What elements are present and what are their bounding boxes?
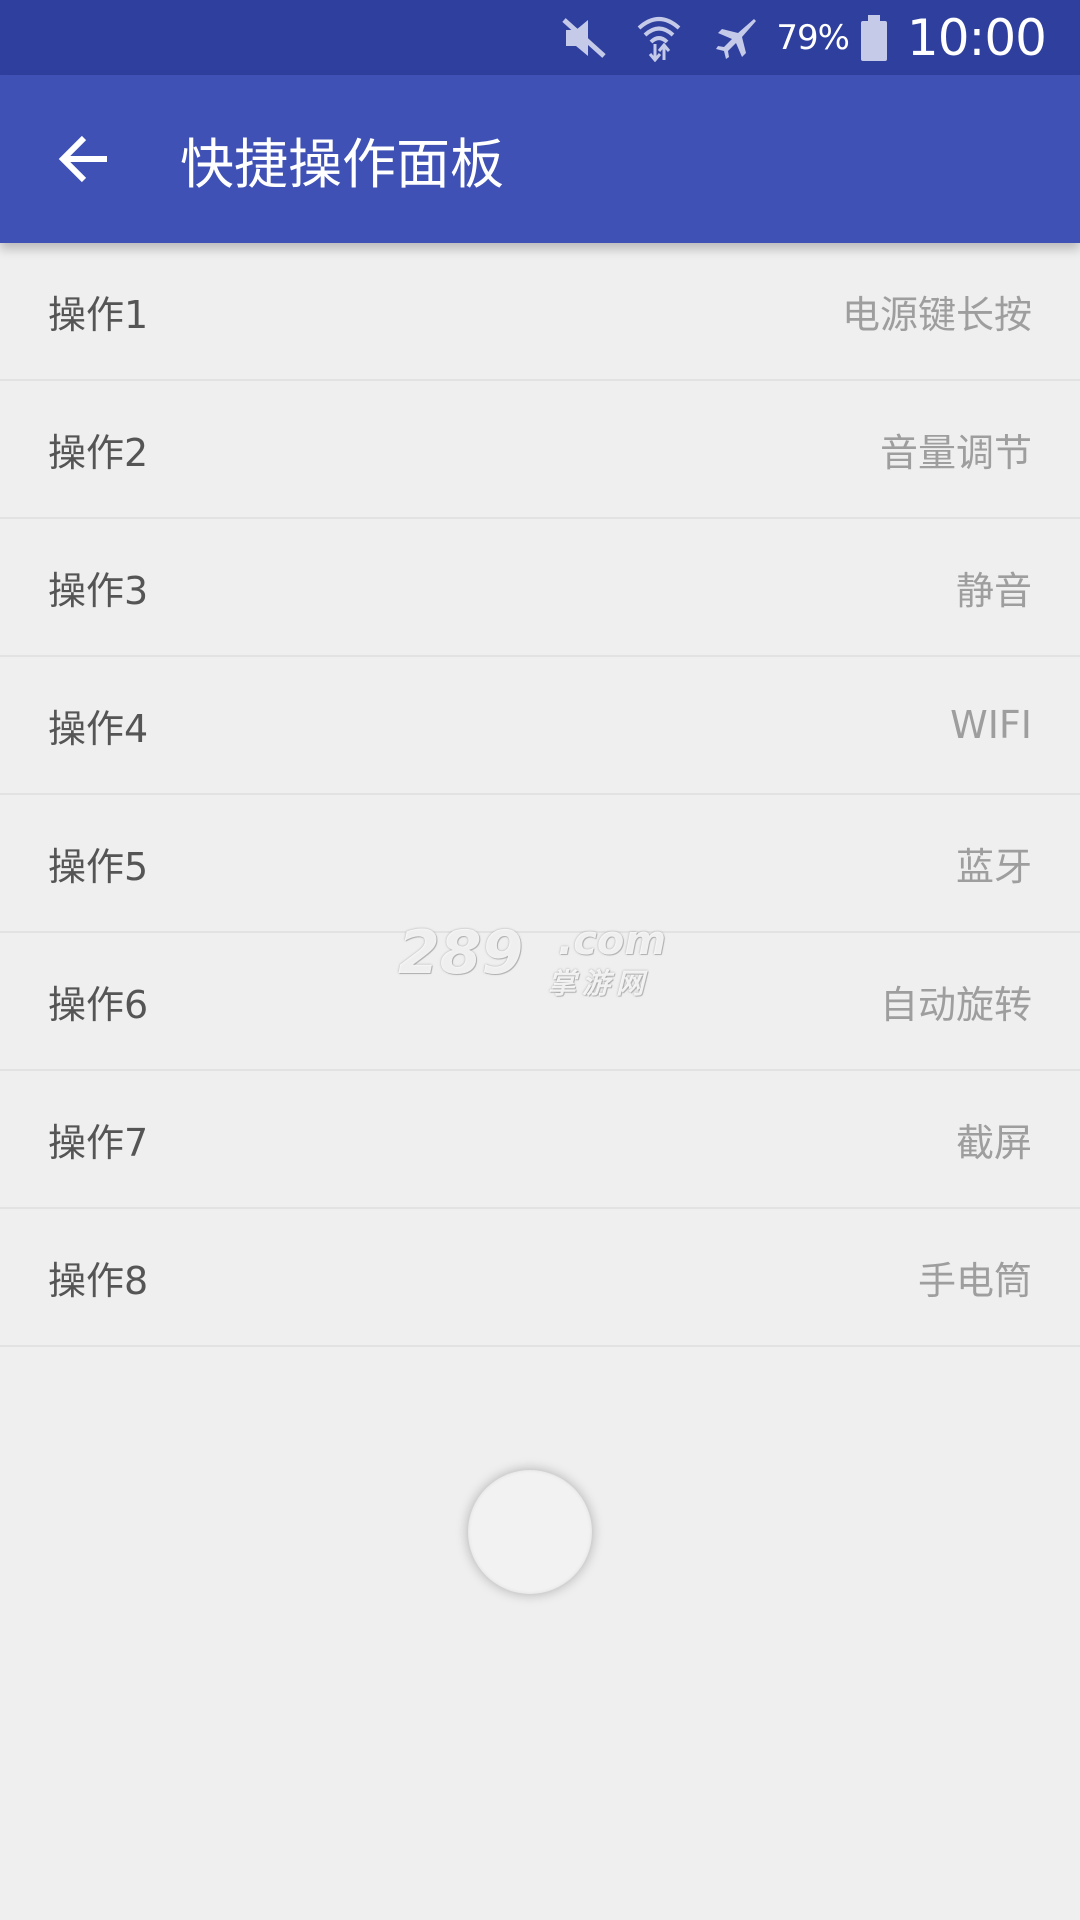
list-item-action-6[interactable]: 操作6 自动旋转: [0, 933, 1080, 1071]
battery-icon: [859, 13, 889, 63]
wifi-icon: [636, 14, 682, 62]
status-bar: 79% 10:00: [0, 0, 1080, 75]
airplane-mode-icon: [712, 15, 758, 61]
action-label: 操作5: [48, 844, 149, 889]
clock: 10:00: [906, 8, 1047, 67]
back-button[interactable]: [24, 99, 144, 219]
action-value: 音量调节: [879, 430, 1032, 475]
action-value: 截屏: [955, 1120, 1032, 1165]
floating-ball-button[interactable]: [468, 1470, 592, 1594]
action-label: 操作7: [48, 1120, 149, 1165]
list-item-action-3[interactable]: 操作3 静音: [0, 519, 1080, 657]
action-value: 电源键长按: [841, 292, 1032, 337]
mute-icon: [560, 16, 608, 60]
action-value: 蓝牙: [955, 844, 1032, 889]
list-item-action-1[interactable]: 操作1 电源键长按: [0, 243, 1080, 381]
action-label: 操作8: [48, 1258, 149, 1303]
battery-percent: 79%: [776, 17, 850, 58]
action-label: 操作1: [48, 292, 149, 337]
arrow-back-icon: [58, 135, 107, 183]
list-item-action-2[interactable]: 操作2 音量调节: [0, 381, 1080, 519]
list-item-action-7[interactable]: 操作7 截屏: [0, 1071, 1080, 1209]
list-item-action-8[interactable]: 操作8 手电筒: [0, 1209, 1080, 1347]
action-label: 操作3: [48, 568, 149, 613]
action-value: 静音: [955, 568, 1032, 613]
action-value: 手电筒: [917, 1258, 1032, 1303]
list-item-action-4[interactable]: 操作4 WIFI: [0, 657, 1080, 795]
action-label: 操作4: [48, 706, 149, 751]
list-item-action-5[interactable]: 操作5 蓝牙: [0, 795, 1080, 933]
action-label: 操作6: [48, 982, 149, 1027]
action-label: 操作2: [48, 430, 149, 475]
action-list: 操作1 电源键长按 操作2 音量调节 操作3 静音 操作4 WIFI 操作5 蓝…: [0, 243, 1080, 1347]
action-value: WIFI: [950, 703, 1032, 747]
page-title: 快捷操作面板: [180, 132, 504, 196]
app-bar: 快捷操作面板: [0, 75, 1080, 243]
action-value: 自动旋转: [879, 982, 1032, 1027]
